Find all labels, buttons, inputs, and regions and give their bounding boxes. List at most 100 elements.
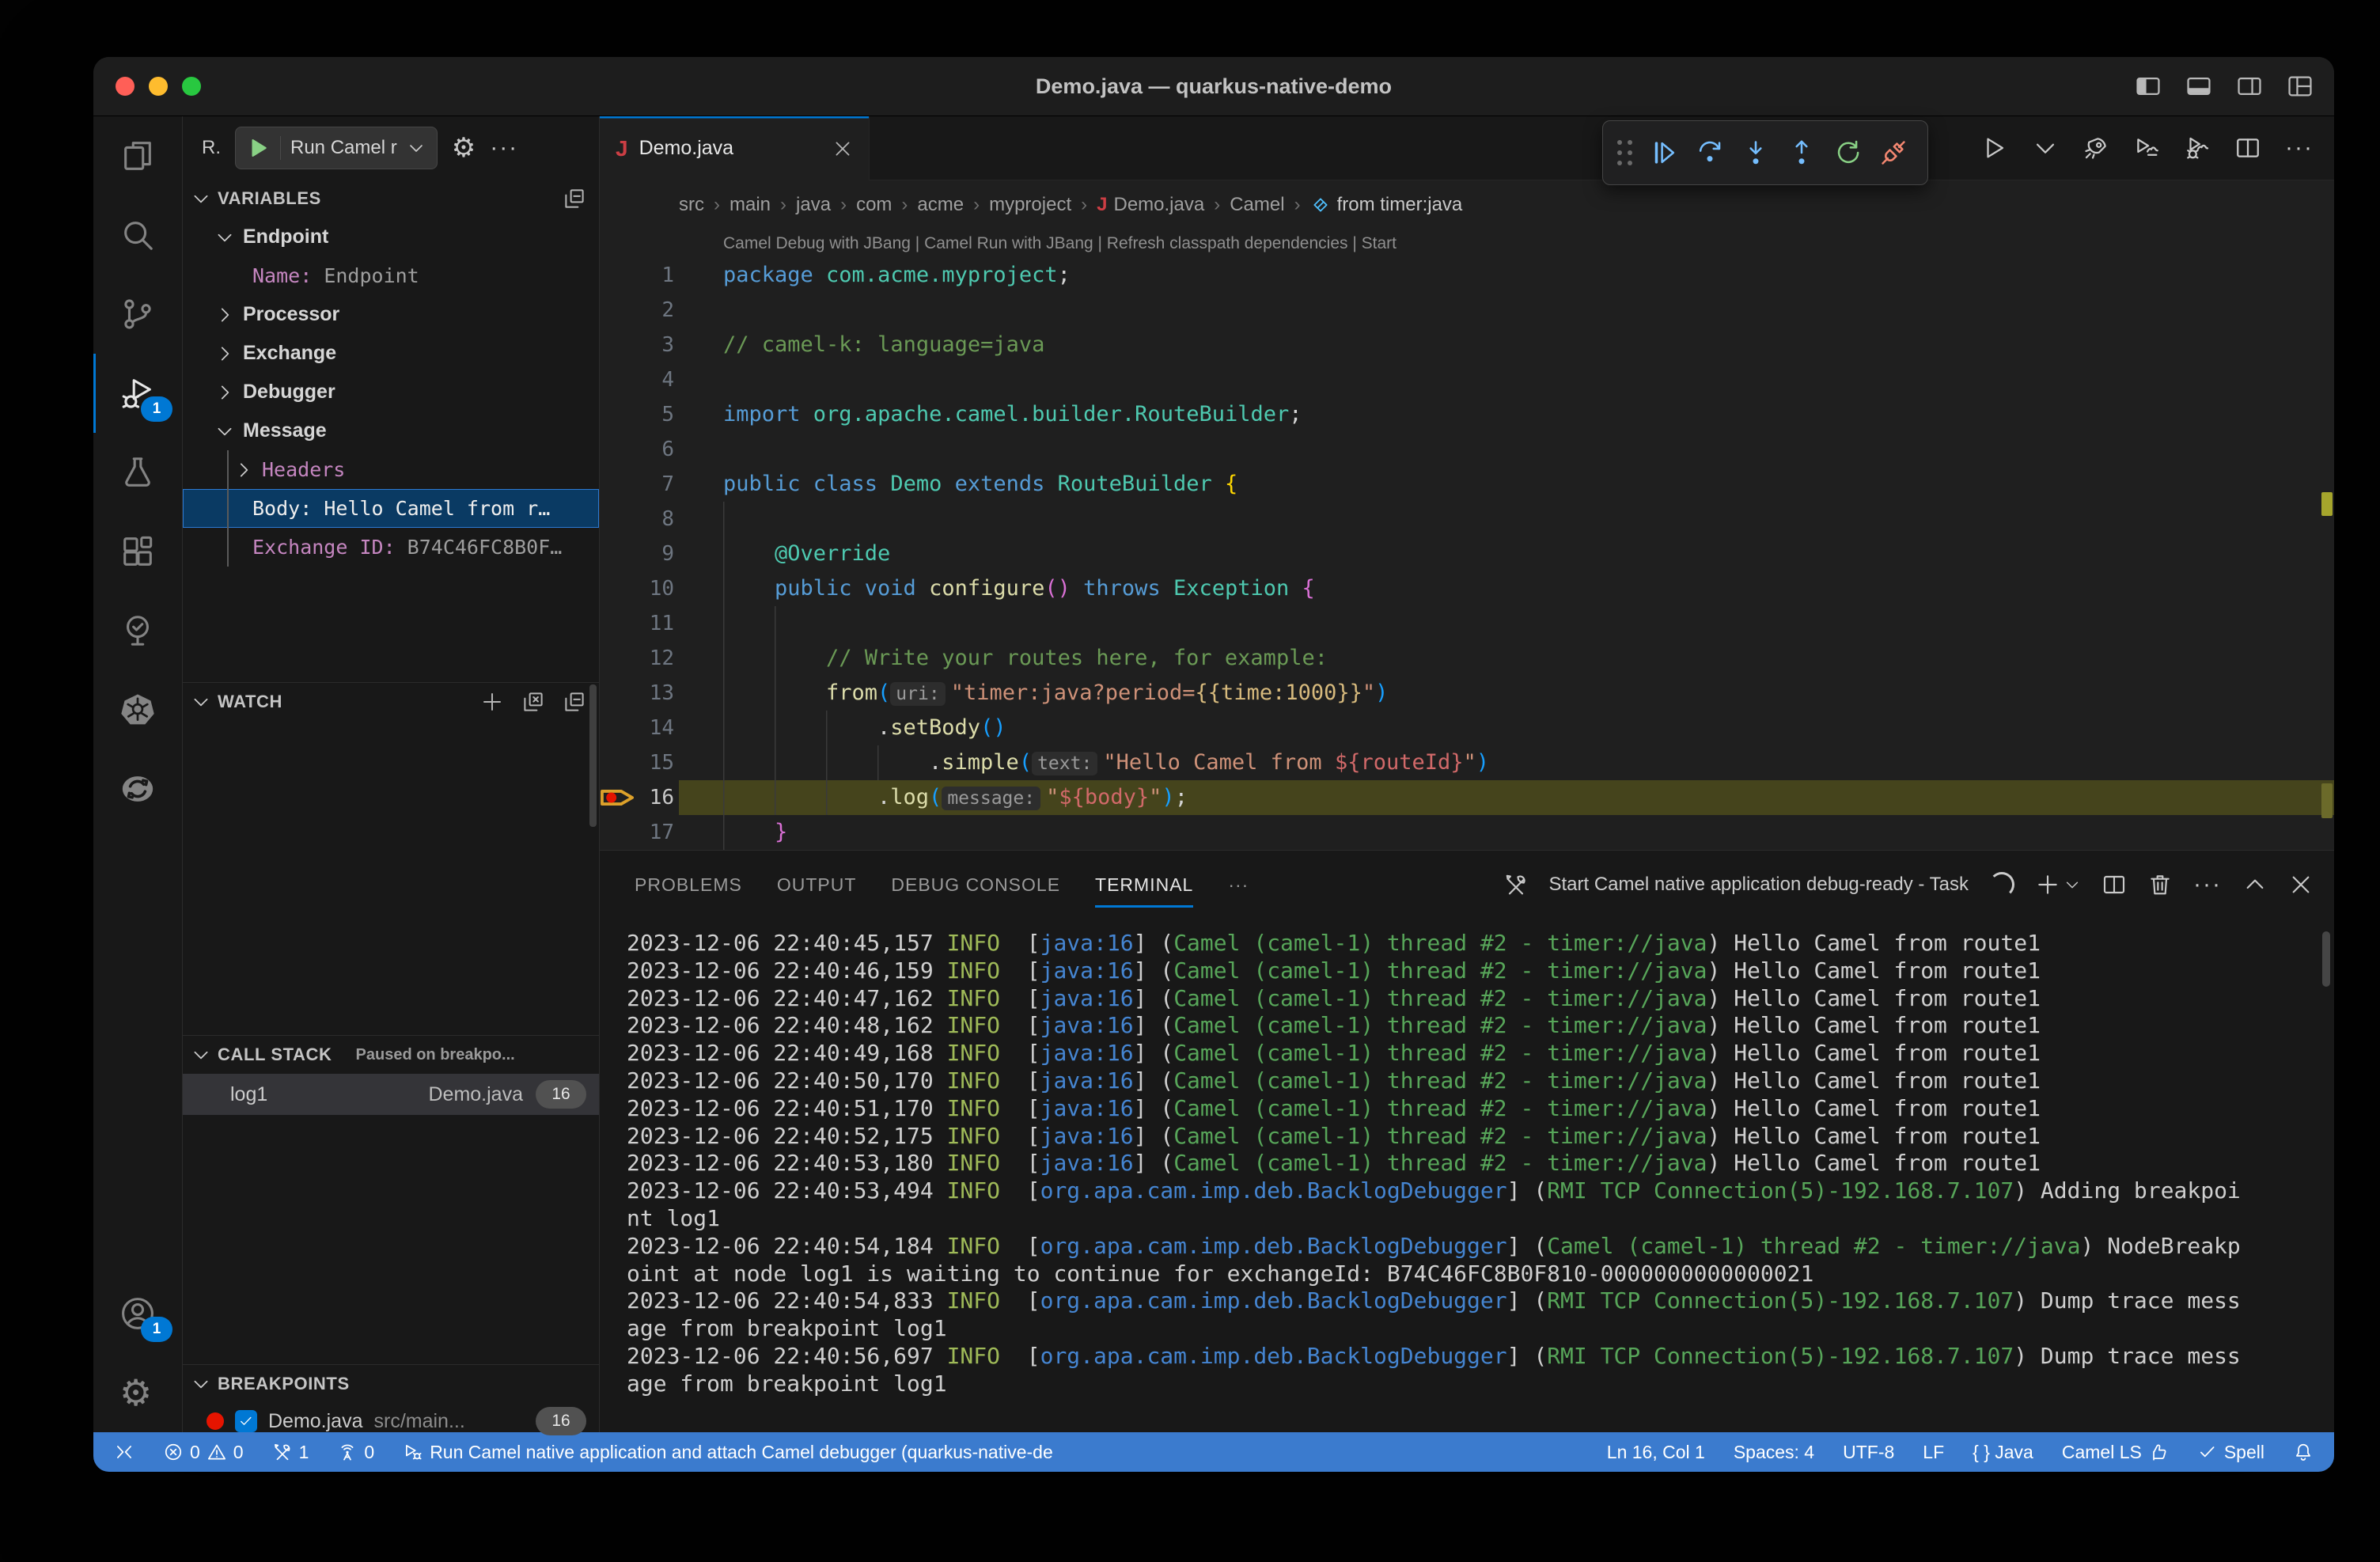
panel-more-tabs[interactable]: ···	[1228, 851, 1249, 919]
activity-accounts[interactable]: 1	[93, 1274, 182, 1353]
variable-item[interactable]: Name: Endpoint	[183, 256, 599, 295]
variable-scope-debugger[interactable]: Debugger	[183, 373, 599, 411]
remove-all-watch-icon[interactable]	[521, 690, 545, 714]
breadcrumb-item-src[interactable]: src	[679, 194, 704, 216]
debug-step-over-button[interactable]	[1687, 127, 1733, 178]
code-line-6[interactable]: 6	[600, 432, 2334, 467]
close-tab-icon[interactable]	[832, 138, 853, 159]
variable-scope-endpoint[interactable]: Endpoint	[183, 218, 599, 256]
debug-restart-button[interactable]	[1825, 127, 1870, 178]
gutter[interactable]: 5	[600, 397, 679, 432]
code-line-17[interactable]: 17}	[600, 815, 2334, 850]
gutter[interactable]: 12	[600, 641, 679, 676]
variable-scope-processor[interactable]: Processor	[183, 295, 599, 334]
variable-item[interactable]: Body: Hello Camel from r…	[183, 489, 599, 528]
code-line-2[interactable]: 2	[600, 293, 2334, 328]
editor-action-run-file[interactable]	[1981, 135, 2008, 161]
debug-continue-button[interactable]	[1641, 127, 1687, 178]
status-tasks[interactable]: 1	[272, 1442, 309, 1463]
code-line-5[interactable]: 5import org.apache.camel.builder.RouteBu…	[600, 397, 2334, 432]
status-indentation[interactable]: Spaces: 4	[1734, 1442, 1814, 1463]
editor-action-run-dropdown[interactable]	[2032, 135, 2059, 161]
breadcrumb-item-java[interactable]: java	[796, 194, 831, 216]
code-line-16[interactable]: 16.log(message:"${body}");	[600, 780, 2334, 815]
debug-step-out-button[interactable]	[1779, 127, 1825, 178]
editor-action-more-actions[interactable]: ···	[2285, 135, 2312, 161]
activity-openshift[interactable]	[93, 749, 182, 828]
variables-header[interactable]: VARIABLES	[183, 180, 599, 218]
activity-source-control[interactable]	[93, 275, 182, 354]
toggle-primary-sidebar-icon[interactable]	[2135, 73, 2162, 100]
code-line-9[interactable]: 9@Override	[600, 536, 2334, 571]
status-eol[interactable]: LF	[1923, 1442, 1944, 1463]
activity-test-explorer[interactable]	[93, 591, 182, 670]
breadcrumb-item-demo-java[interactable]: J Demo.java	[1097, 194, 1204, 216]
debug-step-into-button[interactable]	[1733, 127, 1779, 178]
terminal-scrollbar[interactable]	[2322, 931, 2330, 987]
breadcrumb-item-from-timer-java[interactable]: from timer:java	[1310, 194, 1463, 216]
breadcrumb-item-main[interactable]: main	[730, 194, 771, 216]
more-panel-actions-button[interactable]: ···	[2193, 871, 2222, 898]
editor-action-quarkus-run[interactable]	[2082, 135, 2109, 161]
editor-action-camel-debug[interactable]	[2184, 135, 2211, 161]
sidebar-scrollbar[interactable]	[589, 684, 597, 827]
status-remote-indicator[interactable]	[114, 1442, 135, 1462]
breakpoint-checkbox[interactable]	[235, 1410, 257, 1432]
breadcrumb-item-camel[interactable]: Camel	[1230, 194, 1284, 216]
activity-run-and-debug[interactable]: 1	[93, 354, 182, 433]
collapse-all-icon[interactable]	[563, 690, 586, 714]
debug-views-more-icon[interactable]: ···	[490, 135, 518, 161]
gutter[interactable]: 2	[600, 293, 679, 328]
terminal-task-label[interactable]: Start Camel native application debug-rea…	[1549, 874, 1969, 896]
maximize-panel-button[interactable]	[2242, 872, 2268, 897]
code-line-15[interactable]: 15.simple(text:"Hello Camel from ${route…	[600, 745, 2334, 780]
gutter[interactable]: 11	[600, 606, 679, 641]
status-ports[interactable]: 0	[337, 1442, 374, 1463]
codelens-actions[interactable]: Camel Debug with JBang | Camel Run with …	[600, 229, 2334, 258]
panel-tab-problems[interactable]: PROBLEMS	[635, 851, 742, 919]
split-terminal-button[interactable]	[2101, 872, 2127, 897]
activity-testing[interactable]	[93, 433, 182, 512]
close-window-button[interactable]	[116, 77, 135, 96]
activity-explorer[interactable]	[93, 116, 182, 195]
breadcrumb-item-com[interactable]: com	[856, 194, 892, 216]
code-line-10[interactable]: 10public void configure() throws Excepti…	[600, 571, 2334, 606]
collapse-all-icon[interactable]	[563, 187, 586, 210]
activity-kubernetes[interactable]	[93, 670, 182, 749]
code-editor[interactable]: Camel Debug with JBang | Camel Run with …	[600, 229, 2334, 850]
breadcrumb-item-acme[interactable]: acme	[917, 194, 964, 216]
status-notifications[interactable]	[2293, 1442, 2314, 1462]
code-line-4[interactable]: 4	[600, 362, 2334, 397]
variable-item[interactable]: Exchange ID: B74C46FC8B0F…	[183, 528, 599, 567]
code-line-11[interactable]: 11	[600, 606, 2334, 641]
activity-extensions[interactable]	[93, 512, 182, 591]
code-line-8[interactable]: 8	[600, 502, 2334, 536]
panel-tab-output[interactable]: OUTPUT	[777, 851, 857, 919]
status-problems[interactable]: 00	[163, 1442, 244, 1463]
toggle-panel-icon[interactable]	[2185, 73, 2212, 100]
status-camel-ls[interactable]: Camel LS	[2062, 1442, 2169, 1463]
gutter[interactable]: 15	[600, 745, 679, 780]
gutter[interactable]: 3	[600, 328, 679, 362]
breakpoint-item[interactable]: Demo.javasrc/main...16	[183, 1403, 599, 1439]
gutter[interactable]: 9	[600, 536, 679, 571]
call-stack-frame[interactable]: log1Demo.java16	[183, 1074, 599, 1115]
gutter[interactable]: 4	[600, 362, 679, 397]
zoom-window-button[interactable]	[182, 77, 201, 96]
close-panel-button[interactable]	[2288, 872, 2314, 897]
code-line-13[interactable]: 13from(uri:"timer:java?period={{time:100…	[600, 676, 2334, 711]
kill-terminal-button[interactable]	[2147, 872, 2173, 897]
code-line-14[interactable]: 14.setBody()	[600, 711, 2334, 745]
configure-launch-gear-icon[interactable]: ⚙	[452, 132, 476, 164]
terminal-view[interactable]: 2023-12-06 22:40:45,157 INFO [java:16] (…	[600, 919, 2334, 1432]
status-spell-checker[interactable]: Spell	[2197, 1442, 2264, 1463]
gutter[interactable]: 13	[600, 676, 679, 711]
minimize-window-button[interactable]	[149, 77, 168, 96]
variable-scope-message[interactable]: Message	[183, 411, 599, 450]
gutter[interactable]: 10	[600, 571, 679, 606]
code-line-12[interactable]: 12// Write your routes here, for example…	[600, 641, 2334, 676]
gutter[interactable]: 1	[600, 258, 679, 293]
code-line-3[interactable]: 3// camel-k: language=java	[600, 328, 2334, 362]
status-language-mode[interactable]: { } Java	[1973, 1442, 2033, 1463]
variable-scope-exchange[interactable]: Exchange	[183, 334, 599, 373]
